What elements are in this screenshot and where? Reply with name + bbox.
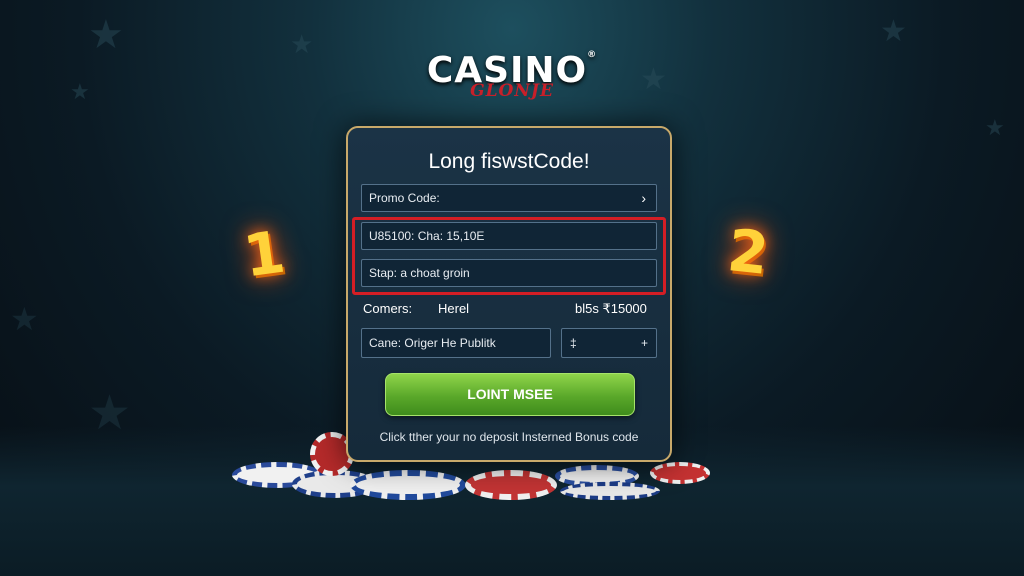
promo-code-dropdown[interactable]: Promo Code: ›	[361, 184, 657, 212]
promo-code-input[interactable]: U85100: Cha: 15,10E	[361, 222, 657, 250]
step-number-1: 1	[239, 217, 289, 291]
bonus-detail-value: Stap: a choat groin	[369, 266, 470, 280]
card-title: Long fiswstCode!	[428, 150, 590, 173]
promo-code-label: Promo Code:	[369, 191, 440, 205]
casino-logo: CASINO® GLONJE	[0, 50, 1024, 101]
balance-amount: bl5s ₹15000	[575, 301, 647, 316]
star-icon: ★	[88, 385, 132, 441]
instruction-text: Click tther your no deposit Insterned Bo…	[379, 430, 639, 444]
claim-bonus-button[interactable]: LOINT MSEE	[385, 373, 635, 416]
promo-code-value: U85100: Cha: 15,10E	[369, 229, 485, 243]
star-icon: ★	[10, 300, 39, 338]
logo-subtitle: GLONJE	[470, 81, 554, 101]
game-select[interactable]: Cane: Origer He Publitk	[361, 328, 551, 358]
bonus-detail-input[interactable]: Stap: a choat groin	[361, 259, 657, 287]
stepper-value: ‡	[570, 336, 577, 350]
amount-stepper[interactable]: ‡ +	[561, 328, 657, 358]
game-select-value: Cane: Origer He Publitk	[369, 336, 496, 350]
plus-icon[interactable]: +	[641, 329, 648, 357]
chevron-right-icon: ›	[641, 190, 646, 206]
herel-label: Herel	[438, 301, 470, 316]
star-icon: ★	[985, 116, 1005, 141]
step-number-2: 2	[724, 216, 772, 288]
star-icon: ★	[880, 14, 907, 49]
comers-label: Comers:	[363, 301, 413, 316]
